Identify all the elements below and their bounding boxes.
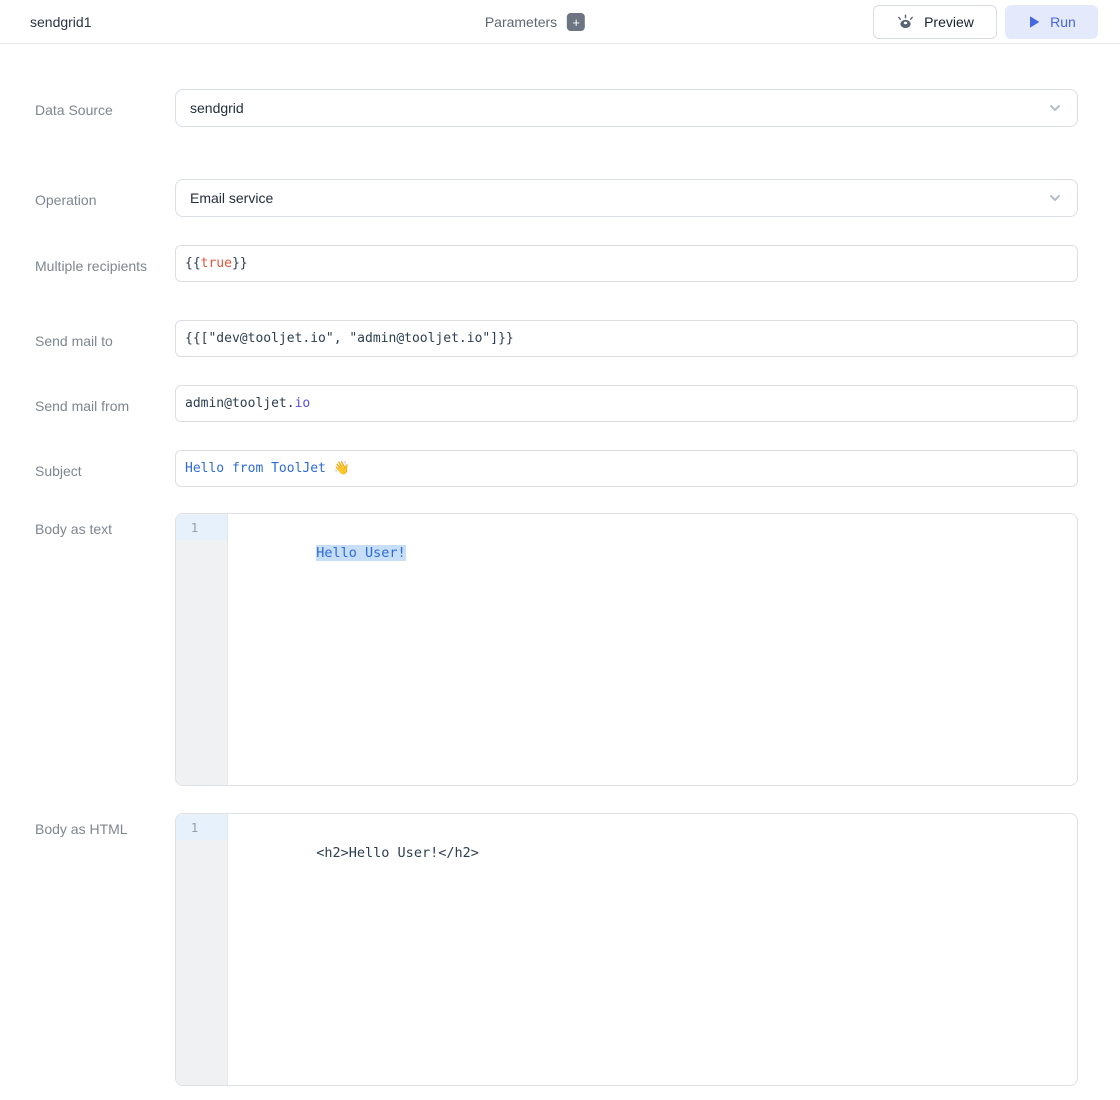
parameters-section: Parameters + [485, 0, 585, 44]
multiple-recipients-label: Multiple recipients [35, 245, 175, 282]
query-form: Data Source sendgrid Operation Email ser… [0, 44, 1120, 1086]
body-html-code-area[interactable]: <h2>Hello User!</h2> [228, 814, 1077, 1085]
query-editor-topbar: sendgrid1 Parameters + Preview [0, 0, 1120, 44]
data-source-select[interactable]: sendgrid [175, 89, 1078, 127]
operation-label: Operation [35, 179, 175, 217]
chevron-down-icon [1047, 100, 1063, 116]
subject-row: Subject Hello from ToolJet 👋 [35, 450, 1078, 487]
operation-row: Operation Email service [35, 179, 1078, 217]
topbar-actions: Preview Run [873, 5, 1098, 39]
body-html-row: Body as HTML 1 <h2>Hello User!</h2> [35, 813, 1078, 1086]
multiple-recipients-row: Multiple recipients {{true}} [35, 245, 1078, 282]
send-mail-from-input[interactable]: admin@tooljet.io [175, 385, 1078, 422]
line-number-gutter: 1 [176, 514, 228, 785]
send-mail-from-tld: io [295, 396, 311, 411]
data-source-label: Data Source [35, 89, 175, 127]
body-html-editor[interactable]: 1 <h2>Hello User!</h2> [175, 813, 1078, 1086]
code-braces-open: {{ [185, 256, 201, 271]
query-name[interactable]: sendgrid1 [30, 14, 92, 30]
send-mail-from-row: Send mail from admin@tooljet.io [35, 385, 1078, 422]
send-mail-from-label: Send mail from [35, 385, 175, 422]
run-button-label: Run [1050, 14, 1076, 30]
send-mail-to-input[interactable]: {{["dev@tooljet.io", "admin@tooljet.io"]… [175, 320, 1078, 357]
body-html-label: Body as HTML [35, 813, 175, 1086]
send-mail-to-row: Send mail to {{["dev@tooljet.io", "admin… [35, 320, 1078, 357]
data-source-value: sendgrid [190, 100, 244, 116]
body-html-value: <h2>Hello User!</h2> [316, 845, 479, 861]
body-text-editor[interactable]: 1 Hello User! [175, 513, 1078, 786]
operation-select[interactable]: Email service [175, 179, 1078, 217]
play-icon [1027, 15, 1041, 29]
run-button[interactable]: Run [1005, 5, 1098, 39]
plus-icon: + [572, 14, 580, 31]
subject-value: Hello from ToolJet 👋 [185, 461, 350, 476]
chevron-down-icon [1047, 190, 1063, 206]
send-mail-to-label: Send mail to [35, 320, 175, 357]
parameters-label: Parameters [485, 14, 557, 30]
line-number: 1 [176, 815, 227, 840]
send-mail-from-value: admin@tooljet. [185, 396, 295, 411]
send-mail-to-value: {{["dev@tooljet.io", "admin@tooljet.io"]… [185, 331, 514, 346]
code-keyword: true [201, 256, 232, 271]
body-text-code-area[interactable]: Hello User! [228, 514, 1077, 785]
data-source-row: Data Source sendgrid [35, 89, 1078, 127]
line-number: 1 [176, 515, 227, 540]
preview-button[interactable]: Preview [873, 5, 997, 39]
subject-input[interactable]: Hello from ToolJet 👋 [175, 450, 1078, 487]
preview-button-label: Preview [924, 14, 974, 30]
body-text-value: Hello User! [316, 545, 405, 561]
line-number-gutter: 1 [176, 814, 228, 1085]
eye-icon [896, 14, 915, 30]
body-text-row: Body as text 1 Hello User! [35, 513, 1078, 786]
operation-value: Email service [190, 190, 273, 206]
code-braces-close: }} [232, 256, 248, 271]
subject-label: Subject [35, 450, 175, 487]
add-parameter-button[interactable]: + [567, 13, 585, 31]
multiple-recipients-input[interactable]: {{true}} [175, 245, 1078, 282]
body-text-label: Body as text [35, 513, 175, 786]
